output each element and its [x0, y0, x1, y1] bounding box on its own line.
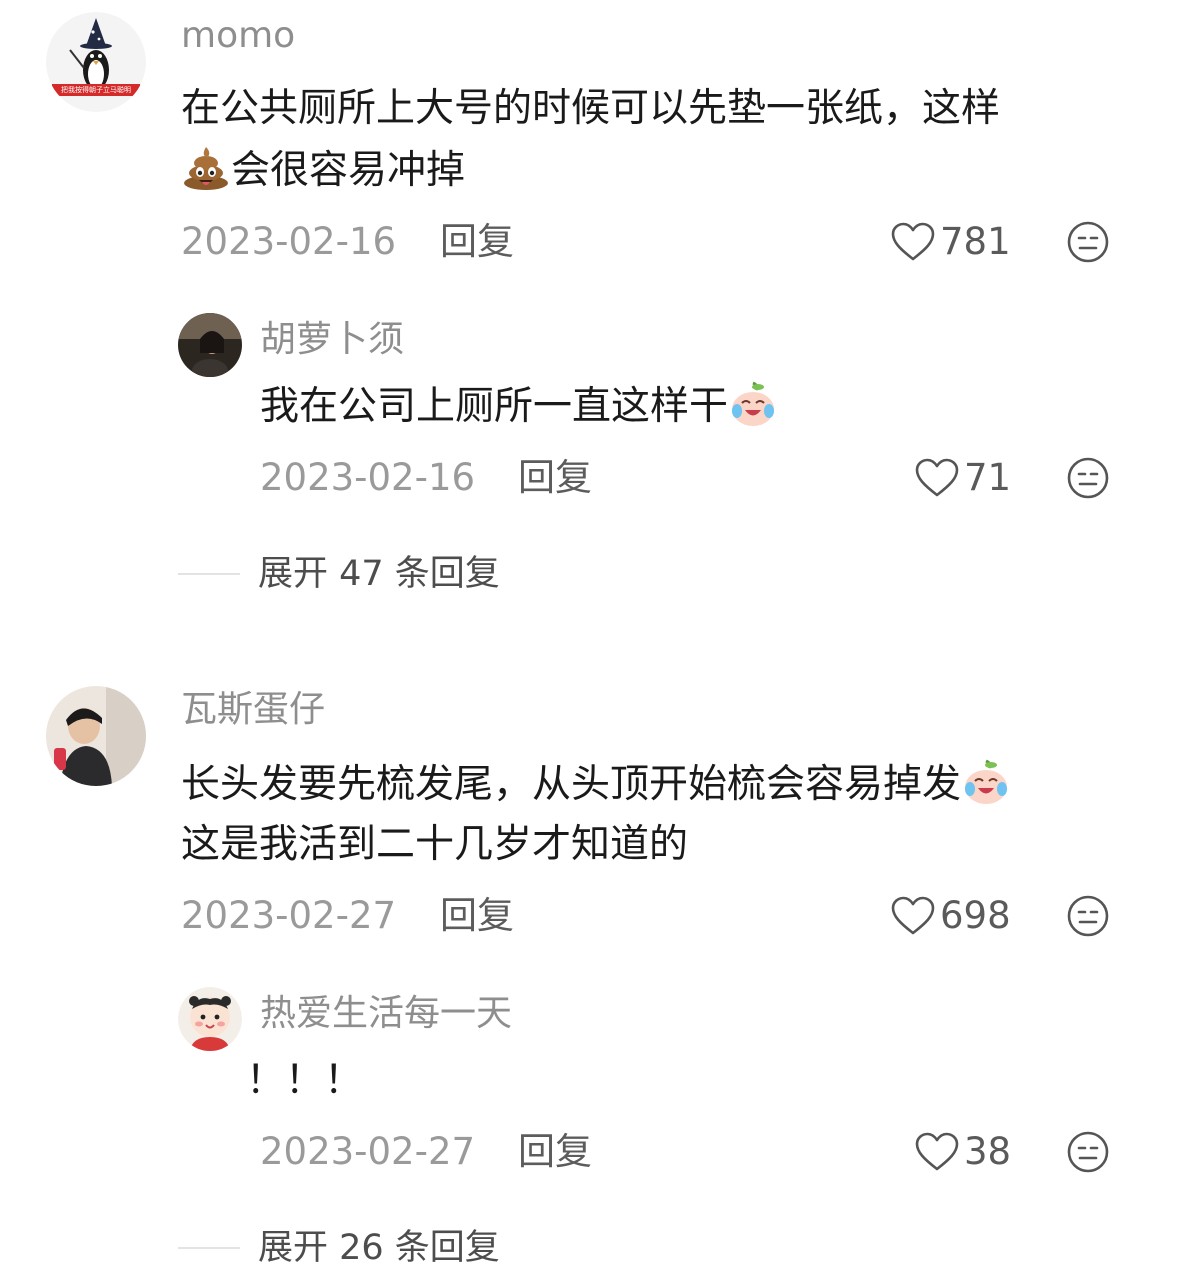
divider — [178, 573, 240, 575]
like-count: 71 — [964, 456, 1012, 499]
dislike-button[interactable] — [1066, 1130, 1110, 1174]
neutral-face-icon — [1067, 221, 1109, 263]
expand-replies-label: 展开 26 条回复 — [258, 1228, 500, 1268]
comment-text-line-2-text: 会很容易冲掉 — [231, 148, 466, 193]
comment-text-line-1: 长头发要先梳发尾，从头顶开始梳会容易掉发 — [181, 754, 1011, 816]
dislike-button[interactable] — [1066, 220, 1110, 264]
reply-username[interactable]: 热爱生活每一天 — [260, 992, 512, 1036]
reply-date: 2023-02-16 — [260, 456, 476, 499]
like-count: 781 — [940, 220, 1011, 263]
like-button[interactable]: 71 — [914, 456, 1011, 500]
comment-date: 2023-02-27 — [181, 894, 397, 937]
like-button[interactable]: 698 — [890, 894, 1011, 938]
heart-outline-icon — [915, 458, 959, 497]
heart-outline-icon — [915, 1132, 959, 1171]
penguin-wizard-avatar — [46, 12, 146, 112]
reply-button[interactable]: 回复 — [518, 456, 592, 500]
crying-laugh-peach-emoji-icon — [728, 379, 778, 427]
reply-avatar[interactable] — [178, 313, 242, 377]
comment-username[interactable]: 瓦斯蛋仔 — [181, 688, 325, 732]
crying-laugh-peach-emoji-icon — [961, 757, 1011, 805]
reply-text: 我在公司上厕所一直这样干 — [260, 376, 778, 438]
neutral-face-icon — [1067, 1131, 1109, 1173]
poop-emoji-icon — [181, 143, 231, 191]
expand-replies-label: 展开 47 条回复 — [258, 554, 500, 594]
comment-text-line-2: 这是我活到二十几岁才知道的 — [181, 822, 689, 867]
reply-button[interactable]: 回复 — [518, 1130, 592, 1174]
comment-text-line-2: 会很容易冲掉 — [181, 140, 465, 202]
reply-button[interactable]: 回复 — [440, 220, 514, 264]
heart-outline-icon — [891, 896, 935, 935]
reply-username[interactable]: 胡萝卜须 — [260, 318, 404, 362]
heart-outline-icon — [891, 222, 935, 261]
reply-avatar[interactable] — [178, 987, 242, 1051]
avatar[interactable]: 把我按得朝子立马聪明 — [46, 12, 146, 112]
expand-replies-button[interactable]: 展开 26 条回复 — [178, 1226, 500, 1270]
dislike-button[interactable] — [1066, 894, 1110, 938]
expand-replies-button[interactable]: 展开 47 条回复 — [178, 552, 500, 596]
reply-button[interactable]: 回复 — [440, 894, 514, 938]
neutral-face-icon — [1067, 895, 1109, 937]
dislike-button[interactable] — [1066, 456, 1110, 500]
reply-date: 2023-02-27 — [260, 1130, 476, 1173]
comment-text-line-1: 在公共厕所上大号的时候可以先垫一张纸，这样 — [181, 86, 1001, 131]
avatar-badge-text: 把我按得朝子立马聪明 — [61, 86, 131, 94]
comment-username[interactable]: momo — [181, 14, 295, 58]
neutral-face-icon — [1067, 457, 1109, 499]
avatar[interactable] — [46, 686, 146, 786]
like-button[interactable]: 781 — [890, 220, 1011, 264]
like-count: 698 — [940, 894, 1011, 937]
reply-text: ！！！ — [246, 1058, 364, 1103]
like-button[interactable]: 38 — [914, 1130, 1011, 1174]
comment-date: 2023-02-16 — [181, 220, 397, 263]
like-count: 38 — [964, 1130, 1012, 1173]
divider — [178, 1247, 240, 1249]
